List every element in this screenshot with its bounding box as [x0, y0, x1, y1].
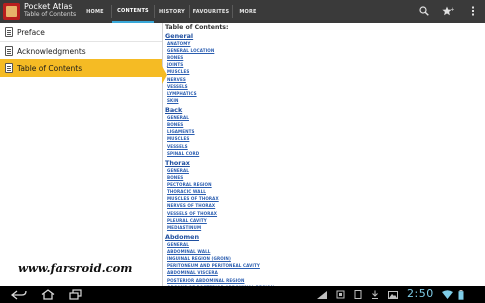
tab-home[interactable]: HOME	[79, 0, 111, 23]
toc-item-link[interactable]: JOINTS	[167, 62, 183, 67]
status-clock: 2:50	[407, 287, 434, 300]
toc-section-link[interactable]: Back	[165, 106, 182, 114]
app-subtitle: Table of Contents	[24, 11, 77, 18]
document-icon	[5, 27, 13, 37]
app-title: Pocket Atlas	[24, 2, 73, 11]
home-icon[interactable]	[40, 288, 56, 301]
back-icon[interactable]	[10, 288, 28, 301]
toc-item-link[interactable]: SKIN	[167, 98, 178, 103]
toc-item-link[interactable]: MUSCLES	[167, 69, 189, 74]
toc-item-link[interactable]: VESSELS	[167, 84, 188, 89]
toc-item-link[interactable]: PECTORAL REGION	[167, 182, 212, 187]
document-icon	[5, 63, 13, 73]
toc-item-link[interactable]: PLEURAL CAVITY	[167, 218, 207, 223]
watermark: www.farsroid.com	[18, 261, 133, 275]
download-icon	[371, 290, 379, 299]
tab-more[interactable]: MORE	[233, 0, 263, 23]
picture-icon	[388, 290, 398, 299]
toc-item-link[interactable]: THORACIC WALL	[167, 189, 206, 194]
tab-favourites[interactable]: FAVOURITES	[190, 0, 232, 23]
battery-icon	[458, 289, 464, 300]
toc-section-link[interactable]: Abdomen	[165, 233, 199, 241]
toc-item-link[interactable]: MUSCLES	[167, 136, 189, 141]
overflow-menu-icon[interactable]	[466, 4, 480, 18]
toc-item-link[interactable]: ANATOMY	[167, 41, 190, 46]
toc-item-link[interactable]: LYMPHATICS	[167, 91, 197, 96]
tab-contents[interactable]: CONTENTS	[112, 0, 154, 23]
toc-section-link[interactable]: General	[165, 32, 193, 40]
toc-item-link[interactable]: GENERAL	[167, 115, 189, 120]
toc-item-link[interactable]: PERITONEUM AND PERITONEAL CAVITY	[167, 263, 260, 268]
toc-item-link[interactable]: BONES	[167, 55, 183, 60]
toc-item-link[interactable]: POSTERIOR ABDOMINAL REGION	[167, 278, 244, 283]
toc-item-link[interactable]: INGUINAL REGION (GROIN)	[167, 256, 231, 261]
sd-card-icon	[354, 290, 362, 299]
menu-item-table-of-contents[interactable]: Table of Contents	[0, 59, 162, 77]
star-icon[interactable]: +	[441, 4, 455, 18]
debug-icon	[336, 290, 345, 299]
menu-item-label: Table of Contents	[17, 63, 83, 73]
toc-item-link[interactable]: VESSELS OF THORAX	[167, 211, 217, 216]
toc-item-link[interactable]: BONES	[167, 122, 183, 127]
usb-icon	[317, 290, 327, 299]
toc-item-link[interactable]: SPINAL CORD	[167, 151, 199, 156]
menu-item-label: Acknowledgments	[17, 46, 86, 56]
toc-item-link[interactable]: BONES	[167, 175, 183, 180]
menu-item-label: Preface	[17, 27, 45, 37]
document-icon	[5, 46, 13, 56]
pocket-atlas-logo-icon[interactable]	[3, 3, 20, 20]
toc-item-link[interactable]: NERVES	[167, 77, 186, 82]
svg-text:+: +	[451, 7, 455, 13]
toc-item-link[interactable]: LIGAMENTS	[167, 129, 195, 134]
toc-item-link[interactable]: GENERAL	[167, 242, 189, 247]
tab-history[interactable]: HISTORY	[155, 0, 189, 23]
menu-item-preface[interactable]: Preface	[0, 23, 162, 41]
toc-item-link[interactable]: VESSELS	[167, 144, 188, 149]
wifi-icon	[442, 290, 453, 299]
toc-item-link[interactable]: ABDOMINAL VISCERA	[167, 270, 218, 275]
toc-item-link[interactable]: GENERAL LOCATION	[167, 48, 214, 53]
recent-apps-icon[interactable]	[67, 288, 83, 301]
toc-item-link[interactable]: MEDIASTINUM	[167, 225, 201, 230]
toc-item-link[interactable]: GENERAL	[167, 168, 189, 173]
toc-item-link[interactable]: MUSCLES OF THORAX	[167, 196, 219, 201]
search-icon[interactable]	[417, 4, 431, 18]
toc-item-link[interactable]: NERVES OF THORAX	[167, 203, 215, 208]
toc-heading: Table of Contents:	[165, 24, 229, 31]
toc-section-link[interactable]: Thorax	[165, 159, 190, 167]
navigation-panel: Preface Acknowledgments Table of Content…	[0, 23, 163, 286]
toc-content[interactable]: Table of Contents: General ANATOMY GENERAL …	[165, 24, 483, 286]
toc-item-link[interactable]: ABDOMINAL WALL	[167, 249, 211, 254]
action-bar: Pocket Atlas Table of Contents HOME CONT…	[0, 0, 485, 23]
menu-item-acknowledgments[interactable]: Acknowledgments	[0, 42, 162, 60]
